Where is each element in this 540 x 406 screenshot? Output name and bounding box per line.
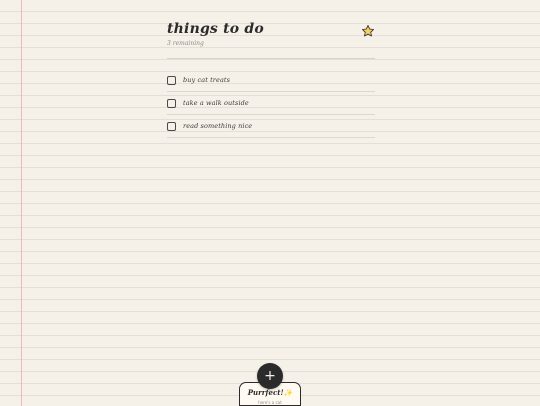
todo-checkbox[interactable] — [167, 98, 176, 108]
todo-list: buy cat treats take a walk outside read … — [167, 69, 375, 138]
todo-checkbox[interactable] — [167, 75, 176, 85]
todo-label: read something nice — [183, 122, 253, 130]
remaining-count: 3 remaining — [167, 40, 204, 47]
page-title: things to do — [167, 21, 264, 37]
todo-page: things to do 3 remaining buy cat treats … — [167, 20, 375, 138]
plus-icon: + — [264, 368, 276, 384]
toast-subtitle: here's a cat — [258, 400, 282, 405]
todo-label: take a walk outside — [183, 99, 249, 107]
star-icon[interactable] — [361, 24, 375, 38]
todo-item[interactable]: take a walk outside — [167, 92, 375, 115]
todo-header: things to do 3 remaining — [167, 20, 375, 59]
add-todo-button[interactable]: + — [257, 363, 283, 389]
todo-checkbox[interactable] — [167, 121, 176, 131]
todo-item[interactable]: buy cat treats — [167, 69, 375, 92]
toast-title: Purrfect!✨ — [247, 388, 293, 397]
todo-label: buy cat treats — [183, 76, 231, 84]
todo-item[interactable]: read something nice — [167, 115, 375, 138]
